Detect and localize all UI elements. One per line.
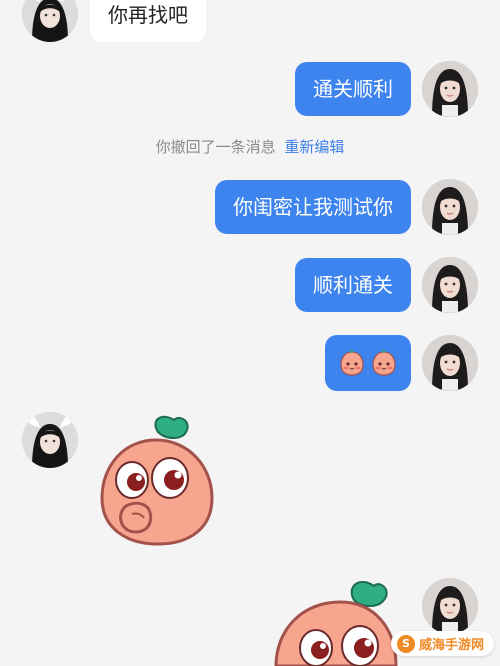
watermark: S 威海手游网 <box>390 631 494 656</box>
peach-mascot-thinking-sticker-icon[interactable] <box>96 410 216 550</box>
self-avatar[interactable] <box>422 578 478 634</box>
contact-avatar-image <box>22 412 78 468</box>
message-bubble-outgoing[interactable]: 你闺密让我测试你 <box>215 180 411 234</box>
recall-notice: 你撤回了一条消息 重新编辑 <box>0 136 500 157</box>
message-text: 通关顺利 <box>313 77 393 101</box>
watermark-text: 威海手游网 <box>418 638 484 653</box>
contact-avatar[interactable] <box>22 412 78 468</box>
re-edit-link[interactable]: 重新编辑 <box>284 138 344 156</box>
self-avatar[interactable] <box>422 257 478 313</box>
message-bubble-outgoing[interactable]: 顺利通关 <box>295 258 411 312</box>
self-avatar[interactable] <box>422 335 478 391</box>
message-text: 你闺密让我测试你 <box>233 195 393 219</box>
contact-avatar-image <box>22 0 78 42</box>
message-bubble-outgoing[interactable]: 通关顺利 <box>295 62 411 116</box>
message-bubble-emoji[interactable] <box>325 335 411 391</box>
watermark-logo-icon: S <box>396 634 415 653</box>
message-text: 顺利通关 <box>313 273 393 297</box>
self-avatar-image <box>422 578 478 634</box>
message-text: 你再找吧 <box>108 3 188 27</box>
self-avatar-image <box>422 179 478 235</box>
self-avatar[interactable] <box>422 61 478 117</box>
self-avatar-image <box>422 257 478 313</box>
recall-notice-text: 你撤回了一条消息 <box>155 138 276 156</box>
peach-blush-emoji-icon <box>338 349 366 377</box>
self-avatar-image <box>422 61 478 117</box>
peach-mascot-sticker-icon[interactable] <box>270 578 400 666</box>
contact-avatar[interactable] <box>22 0 78 42</box>
message-bubble-incoming[interactable]: 你再找吧 <box>90 0 206 42</box>
self-avatar[interactable] <box>422 179 478 235</box>
self-avatar-image <box>422 335 478 391</box>
peach-blush-emoji-icon <box>370 349 398 377</box>
